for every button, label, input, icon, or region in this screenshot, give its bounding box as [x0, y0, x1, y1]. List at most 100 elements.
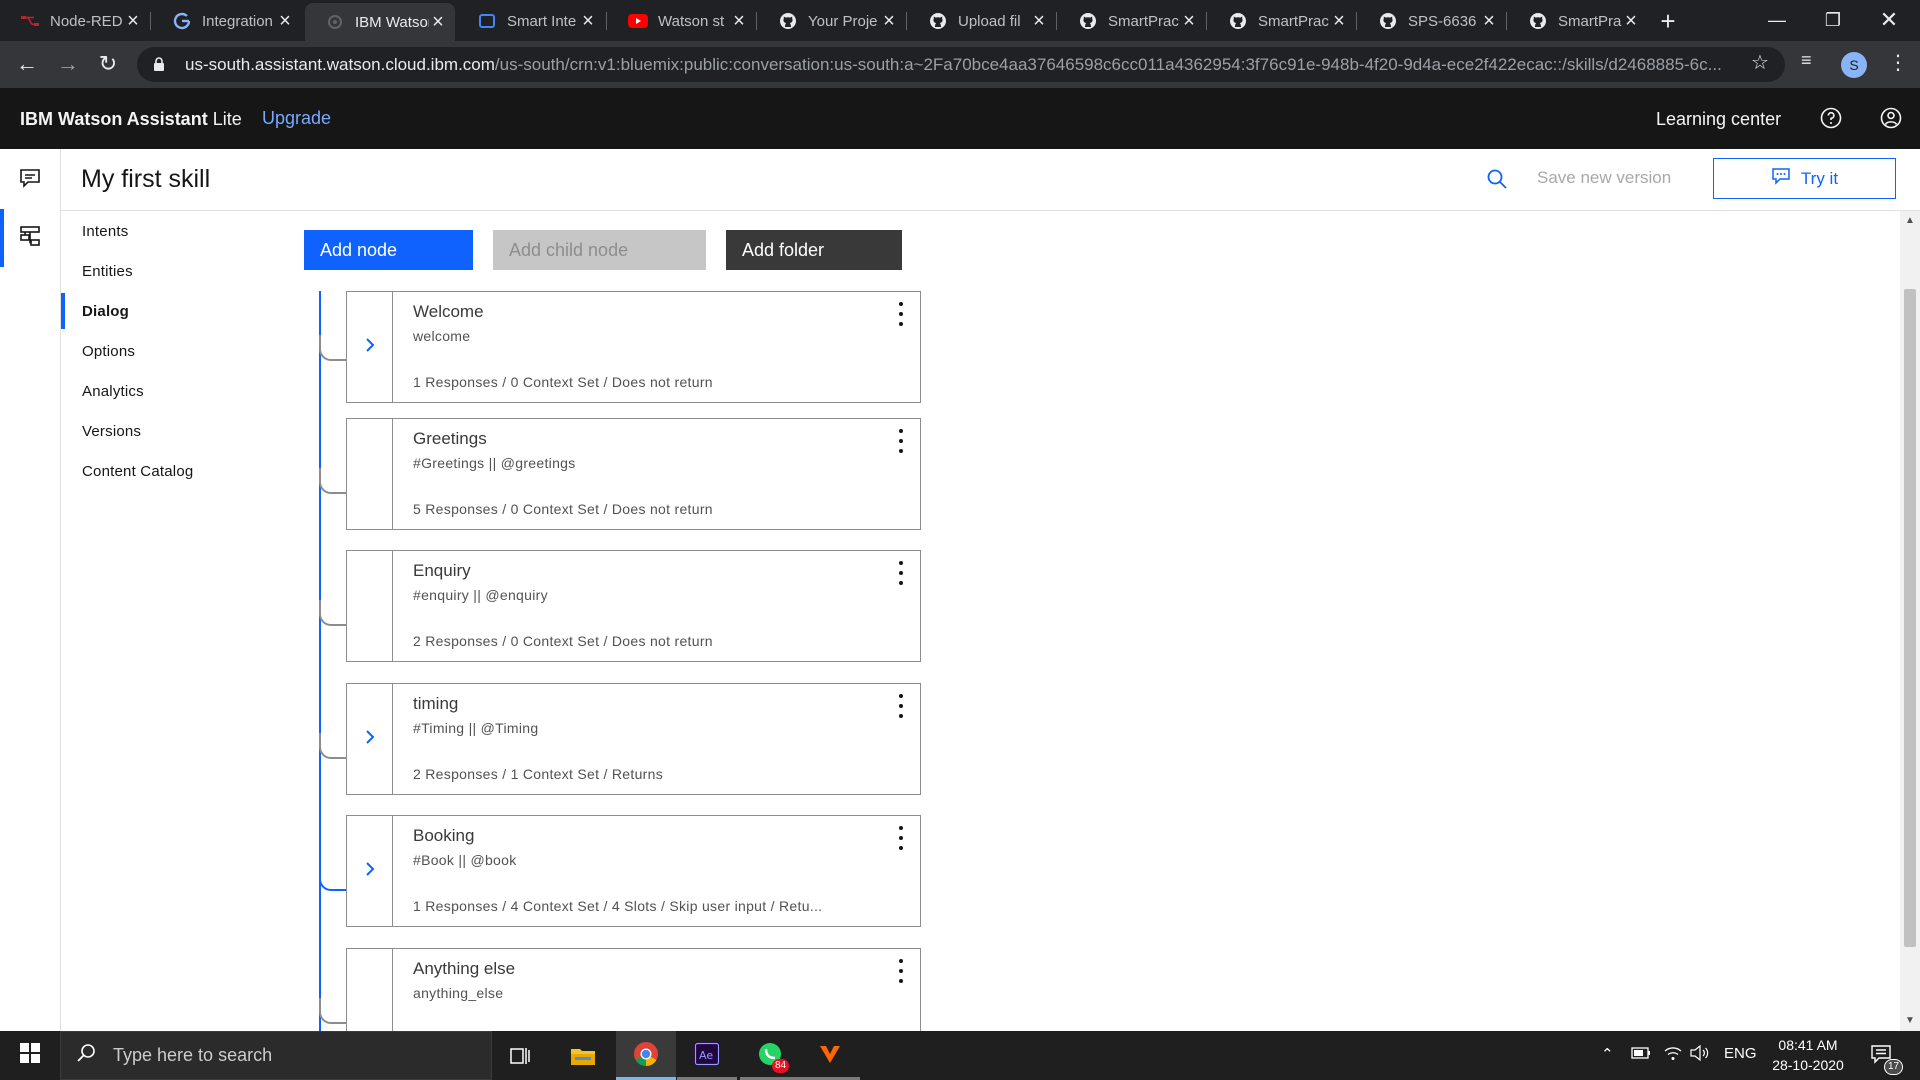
overflow-menu-icon[interactable]: [896, 302, 906, 326]
expand-toggle[interactable]: [347, 816, 393, 926]
add-child-node-button[interactable]: Add child node: [493, 230, 706, 270]
overflow-menu-icon[interactable]: [896, 694, 906, 718]
browser-tab[interactable]: Your Proje ×: [758, 5, 906, 37]
add-folder-button[interactable]: Add folder: [726, 230, 902, 270]
nav-item-intents[interactable]: Intents: [61, 211, 267, 251]
learning-center-link[interactable]: Learning center: [1656, 109, 1781, 130]
system-clock[interactable]: 08:41 AM 28-10-2020: [1760, 1035, 1856, 1075]
try-it-label: Try it: [1800, 168, 1839, 188]
try-it-button[interactable]: Try it: [1713, 158, 1896, 199]
tree-connector: [319, 865, 347, 891]
scroll-down-icon[interactable]: ▼: [1900, 1015, 1920, 1026]
browser-tab[interactable]: Smart Inte ×: [457, 5, 605, 37]
dialog-node-anything-else[interactable]: Anything else anything_else: [346, 948, 921, 1031]
browser-tab-active[interactable]: IBM Watson ×: [305, 3, 455, 41]
close-icon[interactable]: ×: [124, 10, 142, 33]
browser-tab[interactable]: SmartPrac ×: [1208, 5, 1356, 37]
watson-icon: [325, 12, 345, 32]
bookmark-star-icon[interactable]: ☆: [1751, 50, 1769, 75]
tab-title: SmartPrac: [1108, 12, 1179, 30]
overflow-menu-icon[interactable]: [896, 561, 906, 585]
close-icon[interactable]: ×: [1030, 10, 1048, 33]
show-hidden-icons-icon[interactable]: ⌃: [1601, 1045, 1614, 1063]
product-name-bold: IBM Watson Assistant: [20, 109, 208, 129]
overflow-menu-icon[interactable]: [896, 959, 906, 983]
taskbar-search-box[interactable]: Type here to search: [60, 1031, 492, 1080]
windows-start-button[interactable]: [0, 1031, 60, 1080]
nav-item-options[interactable]: Options: [61, 331, 267, 371]
search-icon[interactable]: [1486, 168, 1510, 192]
close-icon[interactable]: ×: [429, 11, 447, 34]
close-icon[interactable]: ×: [276, 10, 294, 33]
browser-menu-icon[interactable]: ⋮: [1888, 50, 1908, 75]
github-icon: [1228, 11, 1248, 31]
nav-item-dialog[interactable]: Dialog: [61, 291, 267, 331]
app-header: IBM Watson Assistant Lite Upgrade Learni…: [0, 88, 1920, 149]
browser-tab[interactable]: Upload fil ×: [908, 5, 1056, 37]
address-bar[interactable]: us-south.assistant.watson.cloud.ibm.com /…: [137, 47, 1785, 82]
volume-icon[interactable]: [1690, 1044, 1710, 1065]
browser-tab[interactable]: SPS-6636 ×: [1358, 5, 1506, 37]
save-new-version-button[interactable]: Save new version: [1537, 168, 1671, 188]
language-indicator[interactable]: ENG: [1724, 1045, 1757, 1062]
reload-button[interactable]: ↻: [91, 47, 125, 81]
profile-avatar[interactable]: S: [1841, 52, 1867, 78]
page-title: My first skill: [81, 165, 211, 193]
wifi-icon[interactable]: [1664, 1045, 1682, 1065]
nav-item-content-catalog[interactable]: Content Catalog: [61, 451, 267, 491]
nav-item-entities[interactable]: Entities: [61, 251, 267, 291]
page-scrollbar[interactable]: ▲ ▼: [1900, 211, 1920, 1031]
after-effects-icon[interactable]: Ae: [677, 1031, 737, 1080]
browser-tab[interactable]: Integration ×: [152, 5, 302, 37]
tree-connector: [319, 600, 347, 626]
rail-assistants[interactable]: [0, 151, 60, 209]
user-avatar-icon[interactable]: [1876, 103, 1906, 133]
dialog-node-timing[interactable]: timing #Timing || @Timing 2 Responses / …: [346, 683, 921, 795]
close-icon[interactable]: ×: [880, 10, 898, 33]
expand-toggle[interactable]: [347, 684, 393, 794]
close-icon[interactable]: ×: [579, 10, 597, 33]
close-icon[interactable]: ×: [1480, 10, 1498, 33]
dialog-node-welcome[interactable]: Welcome welcome 1 Responses / 0 Context …: [346, 291, 921, 403]
back-button[interactable]: ←: [10, 47, 44, 81]
minimize-button[interactable]: —: [1754, 2, 1800, 38]
dialog-node-booking[interactable]: Booking #Book || @book 1 Responses / 4 C…: [346, 815, 921, 927]
nav-item-analytics[interactable]: Analytics: [61, 371, 267, 411]
dialog-tree: Welcome welcome 1 Responses / 0 Context …: [300, 291, 1900, 1031]
restore-button[interactable]: ❐: [1810, 2, 1856, 38]
browser-tab[interactable]: SmartPrac ×: [1058, 5, 1206, 37]
new-tab-button[interactable]: +: [1656, 6, 1680, 37]
browser-tab[interactable]: Watson st ×: [608, 5, 756, 37]
file-explorer-icon[interactable]: [553, 1031, 613, 1080]
task-view-icon[interactable]: [490, 1031, 550, 1080]
rail-skills[interactable]: [0, 209, 60, 267]
dialog-node-enquiry[interactable]: Enquiry #enquiry || @enquiry 2 Responses…: [346, 550, 921, 662]
whatsapp-icon[interactable]: 84: [740, 1031, 800, 1080]
upgrade-link[interactable]: Upgrade: [262, 108, 331, 129]
scroll-thumb[interactable]: [1904, 289, 1916, 947]
app-v-icon[interactable]: [800, 1031, 860, 1080]
browser-toolbar: ← → ↻ us-south.assistant.watson.cloud.ib…: [0, 41, 1920, 88]
help-icon[interactable]: [1816, 103, 1846, 133]
close-window-button[interactable]: ✕: [1866, 2, 1912, 38]
media-controls-icon[interactable]: ≡: [1801, 50, 1812, 71]
add-node-button[interactable]: Add node: [304, 230, 473, 270]
close-icon[interactable]: ×: [1180, 10, 1198, 33]
forward-button[interactable]: →: [51, 47, 85, 81]
overflow-menu-icon[interactable]: [896, 429, 906, 453]
browser-tab[interactable]: SmartPrac ×: [1508, 5, 1648, 37]
dialog-node-greetings[interactable]: Greetings #Greetings || @greetings 5 Res…: [346, 418, 921, 530]
product-name[interactable]: IBM Watson Assistant Lite: [20, 109, 242, 130]
battery-icon[interactable]: [1631, 1046, 1651, 1064]
nav-item-versions[interactable]: Versions: [61, 411, 267, 451]
overflow-menu-icon[interactable]: [896, 826, 906, 850]
expand-toggle[interactable]: [347, 292, 393, 402]
chrome-icon[interactable]: [616, 1031, 676, 1080]
scroll-up-icon[interactable]: ▲: [1900, 215, 1920, 226]
close-icon[interactable]: ×: [1622, 10, 1640, 33]
close-icon[interactable]: ×: [1330, 10, 1348, 33]
browser-tab[interactable]: Node-RED ×: [0, 5, 150, 37]
close-icon[interactable]: ×: [730, 10, 748, 33]
skill-title-bar: My first skill Save new version Try it: [61, 149, 1920, 211]
github-icon: [928, 11, 948, 31]
